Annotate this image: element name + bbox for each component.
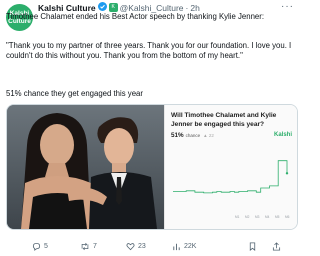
retweet-count: 7 bbox=[93, 243, 97, 250]
tweet-text-chance: 51% chance they get engaged this year bbox=[6, 89, 143, 98]
couple-photo[interactable] bbox=[7, 105, 164, 229]
reply-count: 5 bbox=[44, 243, 48, 250]
market-card[interactable]: Will Timothee Chalamet and Kylie Jenner … bbox=[164, 105, 297, 229]
delta-badge: ▲ 22 bbox=[203, 133, 214, 138]
last-point bbox=[285, 172, 289, 175]
tweet-text-quote: "Thank you to my partner of three years.… bbox=[6, 41, 292, 60]
x-tick-label: M4 bbox=[265, 215, 270, 219]
x-tick-label: M3 bbox=[255, 215, 260, 219]
reply-icon bbox=[32, 242, 41, 251]
author-name[interactable]: Kalshi Culture bbox=[38, 3, 96, 13]
heart-icon bbox=[126, 243, 135, 251]
bookmark-button[interactable] bbox=[248, 242, 260, 251]
tweet-text-line1: Timothee Chalamet ended his Best Actor s… bbox=[6, 12, 265, 21]
separator-dot: · bbox=[185, 2, 189, 13]
chance-label: chance bbox=[185, 133, 201, 138]
percent-value: 51% bbox=[171, 132, 184, 139]
like-count: 23 bbox=[138, 243, 146, 250]
author-handle[interactable]: @Kalshi_Culture bbox=[120, 3, 184, 13]
views-button[interactable]: 22K bbox=[172, 242, 196, 251]
media-container[interactable]: Will Timothee Chalamet and Kylie Jenner … bbox=[6, 104, 298, 230]
affiliate-badge[interactable]: K bbox=[108, 3, 118, 12]
retweet-button[interactable]: 7 bbox=[80, 242, 97, 251]
x-tick-label: M1 bbox=[235, 215, 240, 219]
views-count: 22K bbox=[184, 243, 197, 250]
share-button[interactable] bbox=[272, 242, 284, 251]
x-tick-label: M6 bbox=[285, 215, 290, 219]
retweet-icon bbox=[81, 242, 89, 251]
more-options-icon[interactable]: ··· bbox=[281, 1, 294, 12]
series-line bbox=[173, 160, 288, 194]
share-icon bbox=[272, 242, 281, 251]
market-percent: 51% chance ▲ 22 bbox=[171, 132, 214, 139]
market-title: Will Timothee Chalamet and Kylie Jenner … bbox=[171, 112, 277, 128]
bookmark-icon bbox=[249, 242, 256, 251]
probability-chart: M1 M2 M3 M4 M5 M6 bbox=[173, 160, 290, 219]
x-tick-label: M5 bbox=[275, 215, 280, 219]
reply-button[interactable]: 5 bbox=[32, 242, 48, 251]
tweet-time[interactable]: 2h bbox=[190, 3, 199, 13]
kalshi-logo: Kalshi bbox=[273, 132, 292, 138]
views-bar-chart-icon bbox=[173, 243, 180, 251]
x-tick-label: M2 bbox=[245, 215, 250, 219]
like-button[interactable]: 23 bbox=[126, 242, 146, 251]
